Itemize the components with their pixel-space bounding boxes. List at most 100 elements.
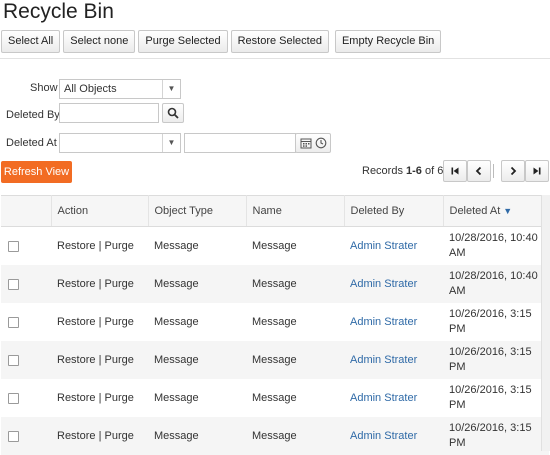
- deleted-by-text[interactable]: Admin Strater: [350, 278, 417, 290]
- row-checkbox[interactable]: [8, 392, 19, 404]
- name-text: Message: [252, 353, 297, 366]
- name-cell: Message: [246, 417, 344, 455]
- deleted-by-text[interactable]: Admin Strater: [350, 316, 417, 328]
- row-checkbox[interactable]: [8, 316, 19, 328]
- action-text[interactable]: Restore | Purge: [57, 240, 134, 252]
- deleted-by-cell[interactable]: Admin Strater: [344, 265, 443, 303]
- refresh-view-button[interactable]: Refresh View: [1, 161, 72, 183]
- prev-page-button[interactable]: [467, 160, 491, 182]
- action-text[interactable]: Restore | Purge: [57, 354, 134, 366]
- deleted-at-label: Deleted At: [6, 137, 57, 149]
- object-type-text: Message: [154, 353, 199, 366]
- deleted-by-cell[interactable]: Admin Strater: [344, 417, 443, 455]
- object-type-text: Message: [154, 277, 199, 290]
- row-checkbox-cell: [1, 265, 51, 303]
- name-text: Message: [252, 239, 297, 252]
- table-row: Restore | Purge Message Message Admin Strat…: [1, 265, 549, 303]
- select-all-button[interactable]: Select All: [1, 30, 61, 53]
- action-cell[interactable]: Restore | Purge: [51, 303, 148, 341]
- row-checkbox-cell: [1, 341, 51, 379]
- prev-page-icon: [475, 166, 482, 176]
- row-checkbox[interactable]: [8, 278, 19, 290]
- action-cell[interactable]: Restore | Purge: [51, 417, 148, 455]
- row-checkbox[interactable]: [8, 240, 19, 252]
- empty-recycle-bin-button[interactable]: Empty Recycle Bin: [334, 30, 442, 53]
- header-action[interactable]: Action: [51, 195, 149, 227]
- name-cell: Message: [246, 227, 344, 266]
- table-header-row: Action Object Type Name Deleted By Delet…: [1, 195, 550, 227]
- deleted-by-text[interactable]: Admin Strater: [350, 354, 417, 366]
- first-page-icon: [451, 167, 459, 175]
- row-checkbox-cell: [1, 303, 51, 341]
- header-name[interactable]: Name: [246, 195, 345, 227]
- name-text: Message: [252, 391, 297, 404]
- clock-icon: [315, 137, 326, 149]
- next-page-button[interactable]: [501, 160, 525, 182]
- deleted-at-cell: 10/26/2016, 3:15 PM: [443, 417, 549, 455]
- object-type-cell: Message: [148, 265, 246, 303]
- select-none-button[interactable]: Select none: [63, 30, 136, 53]
- purge-selected-button[interactable]: Purge Selected: [138, 30, 228, 53]
- row-checkbox[interactable]: [8, 354, 19, 366]
- restore-selected-button[interactable]: Restore Selected: [230, 30, 329, 53]
- row-checkbox-cell: [1, 227, 51, 266]
- deleted-at-cell: 10/26/2016, 3:15 PM: [443, 379, 549, 417]
- name-text: Message: [252, 277, 297, 290]
- table-row: Restore | Purge Message Message Admin Strat…: [1, 303, 549, 341]
- deleted-at-cell: 10/28/2016, 10:40 AM: [443, 227, 549, 266]
- name-text: Message: [252, 315, 297, 328]
- next-page-icon: [510, 166, 517, 176]
- deleted-by-text[interactable]: Admin Strater: [350, 430, 417, 442]
- last-page-icon: [533, 167, 541, 175]
- first-page-button[interactable]: [443, 160, 467, 182]
- header-deleted-by[interactable]: Deleted By: [344, 195, 444, 227]
- calendar-icon: [300, 138, 311, 149]
- header-object-type[interactable]: Object Type: [148, 195, 247, 227]
- deleted-at-select[interactable]: ▼: [59, 133, 181, 153]
- dropdown-arrow-icon: ▼: [162, 134, 180, 152]
- search-icon: [167, 107, 179, 119]
- object-type-cell: Message: [148, 341, 246, 379]
- action-cell[interactable]: Restore | Purge: [51, 379, 148, 417]
- object-type-text: Message: [154, 429, 199, 442]
- recycle-bin-table: Action Object Type Name Deleted By Delet…: [1, 195, 550, 455]
- deleted-at-text: 10/26/2016, 3:15 PM: [449, 384, 532, 411]
- records-prefix: Records: [362, 165, 407, 177]
- action-cell[interactable]: Restore | Purge: [51, 265, 148, 303]
- object-type-text: Message: [154, 315, 199, 328]
- deleted-by-cell[interactable]: Admin Strater: [344, 341, 443, 379]
- deleted-by-cell[interactable]: Admin Strater: [344, 379, 443, 417]
- table-row: Restore | Purge Message Message Admin Strat…: [1, 379, 549, 417]
- pagination-separator: [493, 164, 494, 178]
- records-of: of: [421, 165, 438, 177]
- action-text[interactable]: Restore | Purge: [57, 278, 134, 290]
- deleted-by-cell[interactable]: Admin Strater: [344, 227, 443, 266]
- last-page-button[interactable]: [525, 160, 549, 182]
- dropdown-arrow-icon: ▼: [162, 80, 180, 98]
- name-cell: Message: [246, 265, 344, 303]
- records-range: 1-6: [406, 165, 422, 177]
- deleted-by-input[interactable]: [59, 103, 159, 123]
- page-title: Recycle Bin: [3, 0, 114, 23]
- object-type-text: Message: [154, 239, 199, 252]
- deleted-by-text[interactable]: Admin Strater: [350, 240, 417, 252]
- header-deleted-at[interactable]: Deleted At ▼: [443, 195, 550, 227]
- action-cell[interactable]: Restore | Purge: [51, 227, 148, 266]
- action-text[interactable]: Restore | Purge: [57, 392, 134, 404]
- search-button[interactable]: [162, 103, 184, 123]
- action-text[interactable]: Restore | Purge: [57, 316, 134, 328]
- deleted-at-date-input[interactable]: [184, 133, 296, 153]
- deleted-at-text: 10/26/2016, 3:15 PM: [449, 308, 532, 335]
- table-row: Restore | Purge Message Message Admin Strat…: [1, 417, 549, 455]
- action-text[interactable]: Restore | Purge: [57, 430, 134, 442]
- deleted-by-text[interactable]: Admin Strater: [350, 392, 417, 404]
- date-time-picker-button[interactable]: [295, 133, 331, 153]
- deleted-by-cell[interactable]: Admin Strater: [344, 303, 443, 341]
- deleted-at-text: 10/28/2016, 10:40 AM: [449, 270, 538, 297]
- show-select[interactable]: All Objects ▼: [59, 79, 181, 99]
- row-checkbox[interactable]: [8, 430, 19, 442]
- header-select: [1, 195, 52, 227]
- table-scrollbar[interactable]: [541, 195, 550, 451]
- action-cell[interactable]: Restore | Purge: [51, 341, 148, 379]
- sort-desc-icon: ▼: [503, 206, 513, 216]
